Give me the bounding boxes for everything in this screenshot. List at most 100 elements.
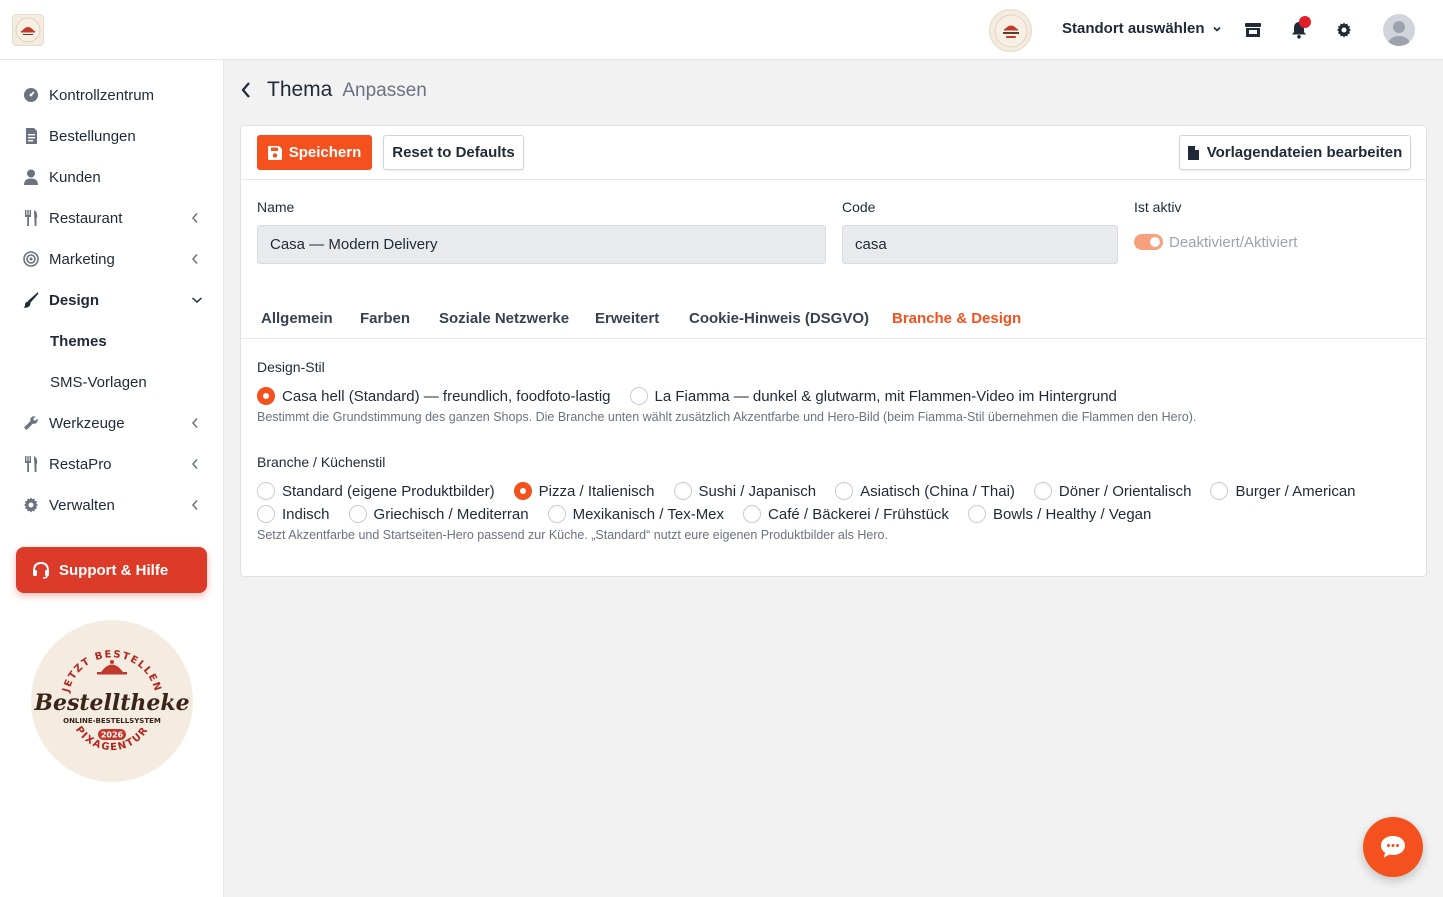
- seal-brand: Bestelltheke: [33, 690, 189, 716]
- sidebar: Kontrollzentrum Bestellungen Kunden Rest…: [0, 60, 224, 897]
- cuisine-griechisch-radio[interactable]: Griechisch / Mediterran: [348, 505, 529, 523]
- settings-button[interactable]: [1334, 20, 1354, 40]
- dashboard-icon: [22, 86, 40, 104]
- tab-farben[interactable]: Farben: [360, 310, 410, 327]
- sidebar-item-kunden[interactable]: Kunden: [0, 157, 223, 197]
- radio-label: Standard (eigene Produktbilder): [282, 482, 495, 500]
- wrench-icon: [22, 414, 40, 432]
- design-style-casa-radio[interactable]: Casa hell (Standard) — freundlich, foodf…: [257, 387, 611, 405]
- sidebar-item-werkzeuge[interactable]: Werkzeuge: [0, 403, 223, 443]
- sidebar-item-label: SMS-Vorlagen: [50, 373, 147, 391]
- chat-bubble-icon: [1381, 836, 1405, 858]
- user-avatar[interactable]: [1383, 14, 1415, 46]
- radio-label: Bowls / Healthy / Vegan: [992, 505, 1152, 523]
- target-icon: [22, 250, 40, 268]
- name-label: Name: [257, 199, 295, 215]
- back-button[interactable]: [240, 80, 254, 100]
- name-field[interactable]: Casa — Modern Delivery: [257, 225, 826, 264]
- brand-logo[interactable]: [12, 14, 44, 46]
- active-label: Ist aktiv: [1134, 199, 1182, 215]
- location-select[interactable]: Standort auswählen: [1062, 20, 1222, 37]
- chevron-down-icon: [192, 297, 202, 304]
- radio-label: Döner / Orientalisch: [1058, 482, 1192, 500]
- sidebar-item-kontrollzentrum[interactable]: Kontrollzentrum: [0, 75, 223, 115]
- cuisine-cafe-radio[interactable]: Café / Bäckerei / Frühstück: [743, 505, 949, 523]
- floppy-disk-icon: [267, 145, 282, 160]
- radio-label: La Fiamma — dunkel & glutwarm, mit Flamm…: [654, 387, 1117, 405]
- active-toggle[interactable]: [1134, 234, 1163, 250]
- radio-unchecked-icon: [743, 505, 762, 523]
- sidebar-item-label: Marketing: [49, 250, 115, 268]
- code-label: Code: [842, 199, 876, 215]
- cuisine-sushi-radio[interactable]: Sushi / Japanisch: [673, 482, 817, 500]
- cuisine-indisch-radio[interactable]: Indisch: [257, 505, 330, 523]
- cuisine-bowls-radio[interactable]: Bowls / Healthy / Vegan: [967, 505, 1152, 523]
- cuisine-doener-radio[interactable]: Döner / Orientalisch: [1033, 482, 1192, 500]
- sidebar-item-marketing[interactable]: Marketing: [0, 239, 223, 279]
- user-avatar-icon: [1388, 21, 1410, 46]
- code-field[interactable]: casa: [842, 225, 1118, 264]
- cuisine-help: Setzt Akzentfarbe und Startseiten-Hero p…: [257, 528, 888, 542]
- cuisine-pizza-radio[interactable]: Pizza / Italienisch: [513, 482, 655, 500]
- sidebar-item-bestellungen[interactable]: Bestellungen: [0, 116, 223, 156]
- tab-bar: Allgemein Farben Soziale Netzwerke Erwei…: [241, 302, 1426, 339]
- cuisine-mexikanisch-radio[interactable]: Mexikanisch / Tex-Mex: [547, 505, 724, 523]
- utensils-icon: [22, 455, 40, 473]
- sidebar-item-themes[interactable]: Themes: [0, 321, 223, 361]
- utensils-icon: [22, 209, 40, 227]
- headset-icon: [33, 561, 49, 579]
- radio-unchecked-icon: [835, 482, 854, 500]
- radio-unchecked-icon: [348, 505, 367, 523]
- chat-button[interactable]: [1363, 817, 1423, 877]
- theme-editor-card: Speichern Reset to Defaults Vorlagendate…: [240, 125, 1427, 577]
- sidebar-item-restapro[interactable]: RestaPro: [0, 444, 223, 484]
- logo-icon: [15, 17, 41, 43]
- support-button[interactable]: Support & Hilfe: [16, 547, 207, 593]
- active-toggle-label: Deaktiviert/Aktiviert: [1169, 234, 1298, 251]
- name-value: Casa — Modern Delivery: [270, 236, 438, 253]
- sidebar-item-label: Werkzeuge: [49, 414, 125, 432]
- sidebar-item-label: Kunden: [49, 168, 101, 186]
- radio-label: Griechisch / Mediterran: [373, 505, 529, 523]
- edit-templates-button[interactable]: Vorlagendateien bearbeiten: [1179, 135, 1411, 170]
- tab-cookie-hinweis[interactable]: Cookie-Hinweis (DSGVO): [689, 310, 869, 327]
- tab-soziale-netzwerke[interactable]: Soziale Netzwerke: [439, 310, 569, 327]
- radio-checked-icon: [513, 482, 532, 500]
- bestelltheke-seal-icon: [994, 14, 1027, 47]
- card-toolbar: Speichern Reset to Defaults Vorlagendate…: [241, 126, 1426, 180]
- design-style-help: Bestimmt die Grundstimmung des ganzen Sh…: [257, 410, 1197, 424]
- radio-checked-icon: [257, 387, 275, 405]
- radio-unchecked-icon: [1033, 482, 1052, 500]
- radio-unchecked-icon: [1210, 482, 1229, 500]
- cuisine-asiatisch-radio[interactable]: Asiatisch (China / Thai): [835, 482, 1015, 500]
- save-label: Speichern: [288, 144, 362, 161]
- sidebar-item-restaurant[interactable]: Restaurant: [0, 198, 223, 238]
- sidebar-item-sms-vorlagen[interactable]: SMS-Vorlagen: [0, 362, 223, 402]
- store-button[interactable]: [1243, 20, 1263, 40]
- radio-unchecked-icon: [257, 505, 275, 523]
- chevron-left-icon: [191, 418, 198, 428]
- receipt-icon: [22, 127, 40, 145]
- tab-erweitert[interactable]: Erweitert: [595, 310, 659, 327]
- brush-icon: [22, 291, 40, 309]
- tab-branche-design[interactable]: Branche & Design: [892, 310, 1021, 327]
- cuisine-standard-radio[interactable]: Standard (eigene Produktbilder): [257, 482, 495, 500]
- save-button[interactable]: Speichern: [257, 135, 372, 170]
- tab-allgemein[interactable]: Allgemein: [261, 310, 333, 327]
- sidebar-item-design[interactable]: Design: [0, 280, 223, 320]
- design-style-fiamma-radio[interactable]: La Fiamma — dunkel & glutwarm, mit Flamm…: [629, 387, 1117, 405]
- radio-label: Burger / American: [1235, 482, 1356, 500]
- seal-year: 2026: [101, 731, 124, 740]
- radio-label: Sushi / Japanisch: [698, 482, 817, 500]
- reset-defaults-button[interactable]: Reset to Defaults: [383, 135, 524, 170]
- cuisine-label: Branche / Küchenstil: [257, 454, 386, 470]
- gear-icon: [22, 496, 40, 514]
- reset-label: Reset to Defaults: [392, 144, 515, 161]
- radio-unchecked-icon: [547, 505, 566, 523]
- cuisine-burger-radio[interactable]: Burger / American: [1210, 482, 1356, 500]
- seal-subtitle: ONLINE-BESTELLSYSTEM: [63, 717, 161, 725]
- sidebar-item-verwalten[interactable]: Verwalten: [0, 485, 223, 525]
- support-label: Support & Hilfe: [59, 561, 169, 579]
- seal-logo-icon: JETZT BESTELLEN Bestelltheke ONLINE-BEST…: [32, 621, 192, 781]
- code-value: casa: [855, 236, 887, 253]
